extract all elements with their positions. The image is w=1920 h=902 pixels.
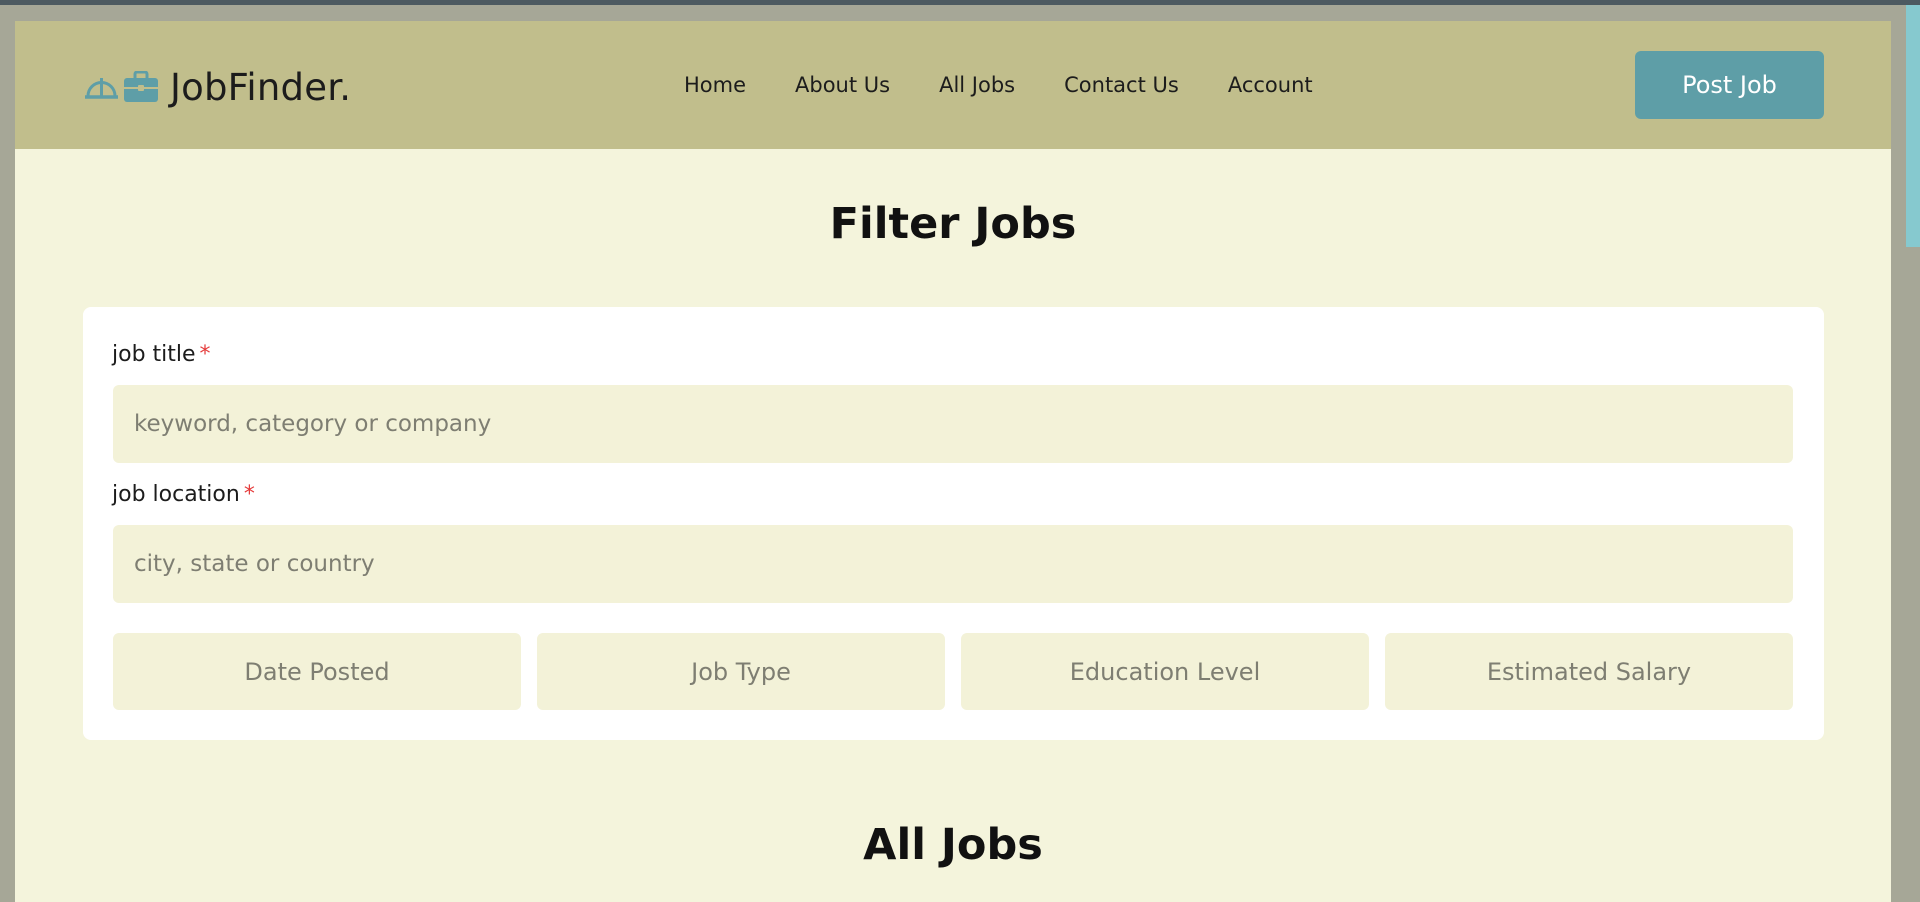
window-top-border bbox=[0, 0, 1920, 5]
brand-name: JobFinder. bbox=[170, 65, 352, 109]
job-title-input[interactable] bbox=[113, 385, 1793, 463]
post-job-button[interactable]: Post Job bbox=[1635, 51, 1824, 119]
page: JobFinder. Home About Us All Jobs Contac… bbox=[15, 21, 1891, 902]
logo[interactable]: JobFinder. bbox=[85, 65, 351, 109]
filter-jobs-heading: Filter Jobs bbox=[829, 199, 1077, 249]
nav-item-about-us[interactable]: About Us bbox=[795, 73, 890, 97]
nav-item-home[interactable]: Home bbox=[684, 73, 746, 97]
required-asterisk: * bbox=[243, 482, 255, 507]
nav-item-all-jobs[interactable]: All Jobs bbox=[939, 73, 1015, 97]
scrollbar-thumb[interactable] bbox=[1906, 5, 1920, 247]
required-asterisk: * bbox=[199, 342, 211, 367]
hard-hat-icon bbox=[85, 72, 118, 102]
filter-form: job title* job location* Date Posted Job… bbox=[83, 307, 1824, 740]
nav-item-account[interactable]: Account bbox=[1228, 73, 1313, 97]
job-location-label-text: job location bbox=[112, 482, 240, 507]
job-location-input[interactable] bbox=[113, 525, 1793, 603]
nav-item-contact-us[interactable]: Contact Us bbox=[1064, 73, 1179, 97]
filter-selects: Date Posted Job Type Education Level Est… bbox=[113, 633, 1793, 710]
all-jobs-heading: All Jobs bbox=[863, 820, 1043, 870]
job-title-label: job title * bbox=[112, 342, 211, 367]
main-nav: Home About Us All Jobs Contact Us Accoun… bbox=[684, 73, 1313, 97]
site-header: JobFinder. Home About Us All Jobs Contac… bbox=[15, 21, 1891, 149]
briefcase-icon bbox=[124, 71, 158, 103]
job-title-label-text: job title bbox=[112, 342, 196, 367]
date-posted-select[interactable]: Date Posted bbox=[113, 633, 521, 710]
job-location-label: job location * bbox=[112, 482, 255, 507]
estimated-salary-select[interactable]: Estimated Salary bbox=[1385, 633, 1793, 710]
job-type-select[interactable]: Job Type bbox=[537, 633, 945, 710]
education-level-select[interactable]: Education Level bbox=[961, 633, 1369, 710]
